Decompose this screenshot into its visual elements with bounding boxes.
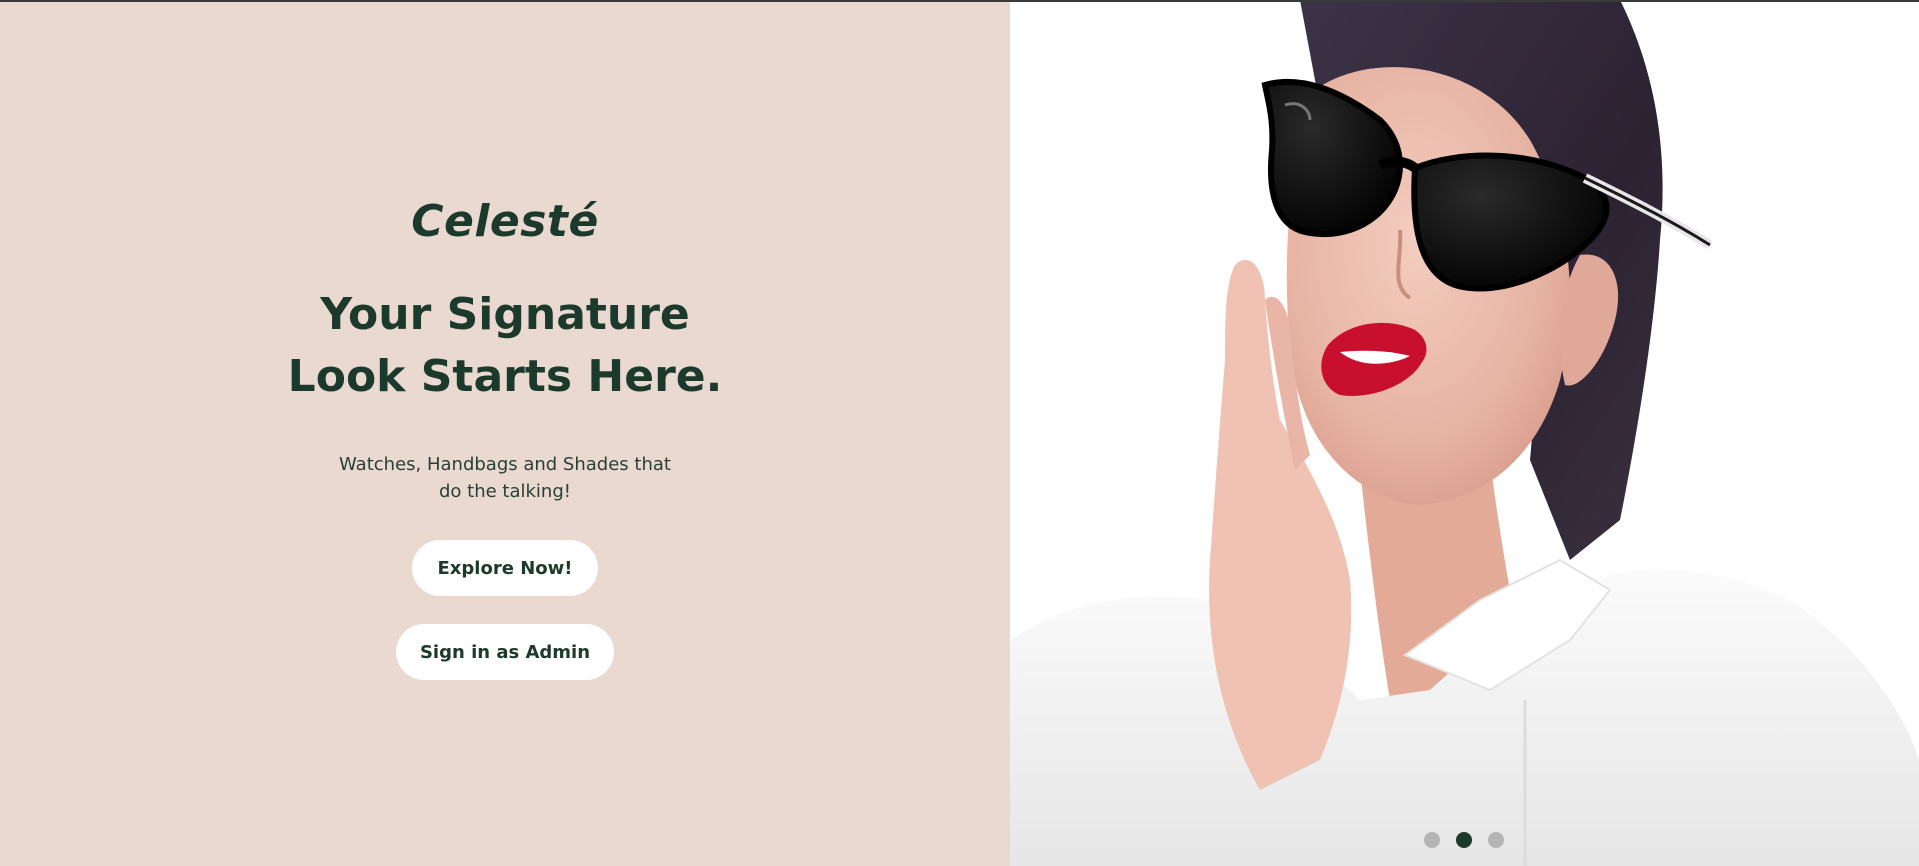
carousel-indicators (1424, 832, 1504, 848)
top-border (0, 0, 1919, 2)
hero-headline: Your Signature Look Starts Here. (0, 284, 1010, 408)
carousel-dot-1[interactable] (1424, 832, 1440, 848)
headline-line-2: Look Starts Here. (287, 351, 723, 402)
carousel-dot-3[interactable] (1488, 832, 1504, 848)
brand-logo: Celesté (411, 196, 599, 247)
hero-image-panel (1010, 0, 1919, 866)
model-sunglasses-photo (1010, 0, 1919, 866)
sign-in-admin-button[interactable]: Sign in as Admin (396, 624, 614, 680)
explore-now-button[interactable]: Explore Now! (412, 540, 598, 596)
hero-subtext: Watches, Handbags and Shades that do the… (0, 451, 1010, 505)
subtext-line-2: do the talking! (439, 481, 571, 502)
landing-page: Celesté Your Signature Look Starts Here.… (0, 0, 1919, 866)
hero-content: Celesté Your Signature Look Starts Here.… (0, 0, 1010, 866)
hero-left-panel: Celesté Your Signature Look Starts Here.… (0, 0, 1010, 866)
subtext-line-1: Watches, Handbags and Shades that (339, 454, 671, 475)
headline-line-1: Your Signature (320, 289, 690, 340)
carousel-dot-2[interactable] (1456, 832, 1472, 848)
